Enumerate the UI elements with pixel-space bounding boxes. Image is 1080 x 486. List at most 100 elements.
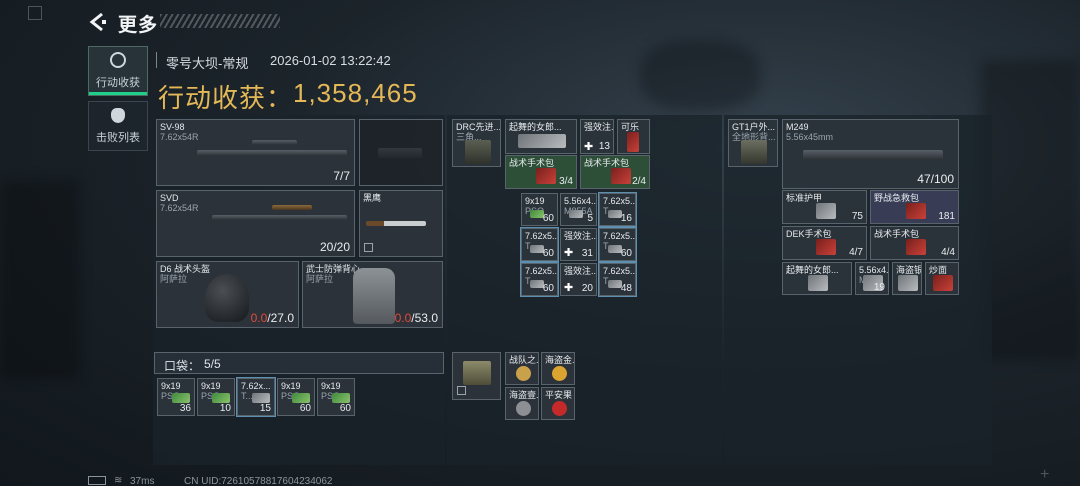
safe-box-slot[interactable] bbox=[452, 352, 501, 400]
melee-name: 黑鹰 bbox=[363, 193, 382, 203]
ammo-item[interactable]: 7.62x5...T...48 bbox=[598, 262, 637, 297]
item-name: 炒面 bbox=[929, 265, 948, 275]
surgery-kit-icon bbox=[611, 168, 631, 184]
backpack-item[interactable]: DEK手术包 4/7 bbox=[782, 226, 867, 260]
backpack-name: GT1户外... bbox=[732, 122, 776, 132]
item-name: 平安果 bbox=[545, 390, 573, 400]
backpack-item[interactable]: 炒面 bbox=[925, 262, 959, 295]
pocket-item[interactable]: 9x19 PSO 10 bbox=[197, 378, 235, 416]
ammo-count: 7/7 bbox=[333, 169, 350, 183]
skull-icon bbox=[111, 108, 125, 123]
item-count: 4/7 bbox=[849, 247, 863, 258]
safe-item[interactable]: 海盗金... bbox=[541, 352, 575, 385]
item-name: 起舞的女郎... bbox=[509, 122, 562, 132]
active-indicator bbox=[89, 92, 147, 95]
helmet-brand: 阿萨拉 bbox=[160, 274, 188, 284]
ammo-box-icon bbox=[212, 393, 230, 403]
backpack-item[interactable]: 战术手术包 4/4 bbox=[870, 226, 959, 260]
ammo-count: 20/20 bbox=[319, 240, 350, 254]
collectible-icon bbox=[516, 366, 531, 381]
ammo-box-icon bbox=[172, 393, 190, 403]
armor-durability-max: /53.0 bbox=[411, 311, 438, 325]
item-count: 48 bbox=[620, 283, 632, 294]
crosshair-icon: + bbox=[1040, 466, 1050, 483]
item-count: 60 bbox=[542, 283, 554, 294]
backpack-item[interactable]: 海盗银... bbox=[892, 262, 922, 295]
collectible-icon bbox=[552, 366, 567, 381]
pistol-slot[interactable] bbox=[359, 119, 443, 186]
item-count: 36 bbox=[179, 403, 191, 414]
pocket-item[interactable]: 7.62x... T... 15 bbox=[236, 377, 276, 417]
surgery-kit-icon bbox=[536, 168, 556, 184]
backpack-weapon[interactable]: M249 5.56x45mm 47/100 bbox=[782, 119, 959, 189]
item-name: 战术手术包 bbox=[509, 158, 555, 168]
match-datetime: 2026-01-02 13:22:42 bbox=[270, 53, 391, 68]
item-name: 7.62x5... bbox=[603, 231, 636, 241]
weapon-name: M249 bbox=[786, 122, 809, 132]
item-name: 7.62x... bbox=[241, 381, 271, 391]
medical-plus-icon: ✚ bbox=[584, 141, 594, 153]
ammo-item[interactable]: 7.62x5...T...60 bbox=[598, 227, 637, 262]
pocket-item[interactable]: 9x19 PSO 60 bbox=[277, 378, 315, 416]
rig-name: DRC先进... bbox=[456, 122, 501, 132]
ammo-item[interactable]: 7.62x5...T...16 bbox=[598, 192, 637, 227]
map-name: 零号大坝-常规 bbox=[166, 56, 249, 71]
chest-rig-slot[interactable]: DRC先进... 三角... bbox=[452, 119, 501, 167]
weapon-name: SV-98 bbox=[160, 122, 185, 132]
rig-item[interactable]: 战术手术包 2/4 bbox=[580, 155, 650, 189]
ammo-item[interactable]: 7.62x5...T...60 bbox=[520, 262, 559, 297]
pocket-item[interactable]: 9x19 PSO 36 bbox=[157, 378, 195, 416]
ammo-item[interactable]: 强效注... ✚ 20 bbox=[560, 263, 597, 296]
item-name: 战术手术包 bbox=[584, 158, 630, 168]
hauls-label: 行动收获： bbox=[158, 83, 294, 113]
item-name: 7.62x5... bbox=[603, 266, 636, 276]
rig-item[interactable]: 强效注... ✚ 13 bbox=[580, 119, 614, 154]
safe-item[interactable]: 海盗壹... bbox=[505, 387, 539, 420]
tab-kills[interactable]: 击败列表 bbox=[88, 101, 148, 151]
primary-weapon-slot[interactable]: SV-98 7.62x54R 7/7 bbox=[156, 119, 355, 186]
rig-item[interactable]: 战术手术包 3/4 bbox=[505, 155, 577, 189]
rig-item[interactable]: 起舞的女郎... bbox=[505, 119, 577, 154]
armor-slot[interactable]: 武士防弹背心 阿萨拉 0.0/53.0 bbox=[302, 261, 443, 328]
first-aid-icon bbox=[906, 203, 926, 219]
ammo-item[interactable]: 5.56x4...M855A5 bbox=[560, 193, 597, 226]
collectible-icon bbox=[518, 134, 566, 148]
back-arrow-icon[interactable] bbox=[88, 12, 108, 32]
backpack-item[interactable]: 起舞的女郎... bbox=[782, 262, 852, 295]
machine-gun-icon bbox=[803, 150, 943, 160]
tab-haul[interactable]: 行动收获 bbox=[88, 46, 148, 96]
backpack-slot[interactable]: GT1户外... 全地形背... bbox=[728, 119, 778, 167]
backpack-item[interactable]: 标准护甲 75 bbox=[782, 190, 867, 224]
item-count: 3/4 bbox=[559, 176, 573, 187]
melee-slot[interactable]: 黑鹰 bbox=[359, 190, 443, 257]
pocket-label: 口袋： bbox=[164, 359, 201, 373]
item-count: 16 bbox=[620, 213, 632, 224]
backpack-item[interactable]: 5.56x4...M85519 bbox=[855, 262, 889, 295]
title-decoration bbox=[160, 14, 280, 28]
helmet-durability-max: /27.0 bbox=[267, 311, 294, 325]
helmet-slot[interactable]: D6 战术头盔 阿萨拉 0.0/27.0 bbox=[156, 261, 299, 328]
ammo-item[interactable]: 强效注... ✚ 31 bbox=[560, 228, 597, 261]
item-name: 9x19 bbox=[201, 381, 221, 391]
ammo-box-icon bbox=[332, 393, 350, 403]
item-name: 5.56x4... bbox=[859, 265, 889, 275]
rig-item[interactable]: 可乐 bbox=[617, 119, 650, 154]
backpack-item[interactable]: 野战急救包 181 bbox=[870, 190, 959, 224]
item-name: 海盗银... bbox=[896, 265, 922, 275]
ammo-item[interactable]: 9x19PSO60 bbox=[521, 193, 558, 226]
safe-item[interactable]: 战队之... bbox=[505, 352, 539, 385]
ammo-item[interactable]: 7.62x5...T...60 bbox=[520, 227, 559, 262]
user-uid: CN UID:7261057881760423406​2 bbox=[184, 476, 333, 486]
armor-brand: 阿萨拉 bbox=[306, 274, 334, 284]
item-name: 9x19 bbox=[525, 196, 545, 206]
secondary-weapon-slot[interactable]: SVD 7.62x54R 20/20 bbox=[156, 190, 355, 257]
item-name: 7.62x5... bbox=[603, 196, 636, 206]
rifle-icon bbox=[212, 215, 347, 220]
corner-frame-icon bbox=[28, 6, 42, 20]
item-name: 7.62x5... bbox=[525, 231, 558, 241]
item-name: 5.56x4... bbox=[564, 196, 597, 206]
pocket-item[interactable]: 9x19 PSO 60 bbox=[317, 378, 355, 416]
helmet-durability-current: 0.0 bbox=[250, 311, 268, 325]
safe-item[interactable]: 平安果 bbox=[541, 387, 575, 420]
noodles-icon bbox=[933, 275, 953, 291]
